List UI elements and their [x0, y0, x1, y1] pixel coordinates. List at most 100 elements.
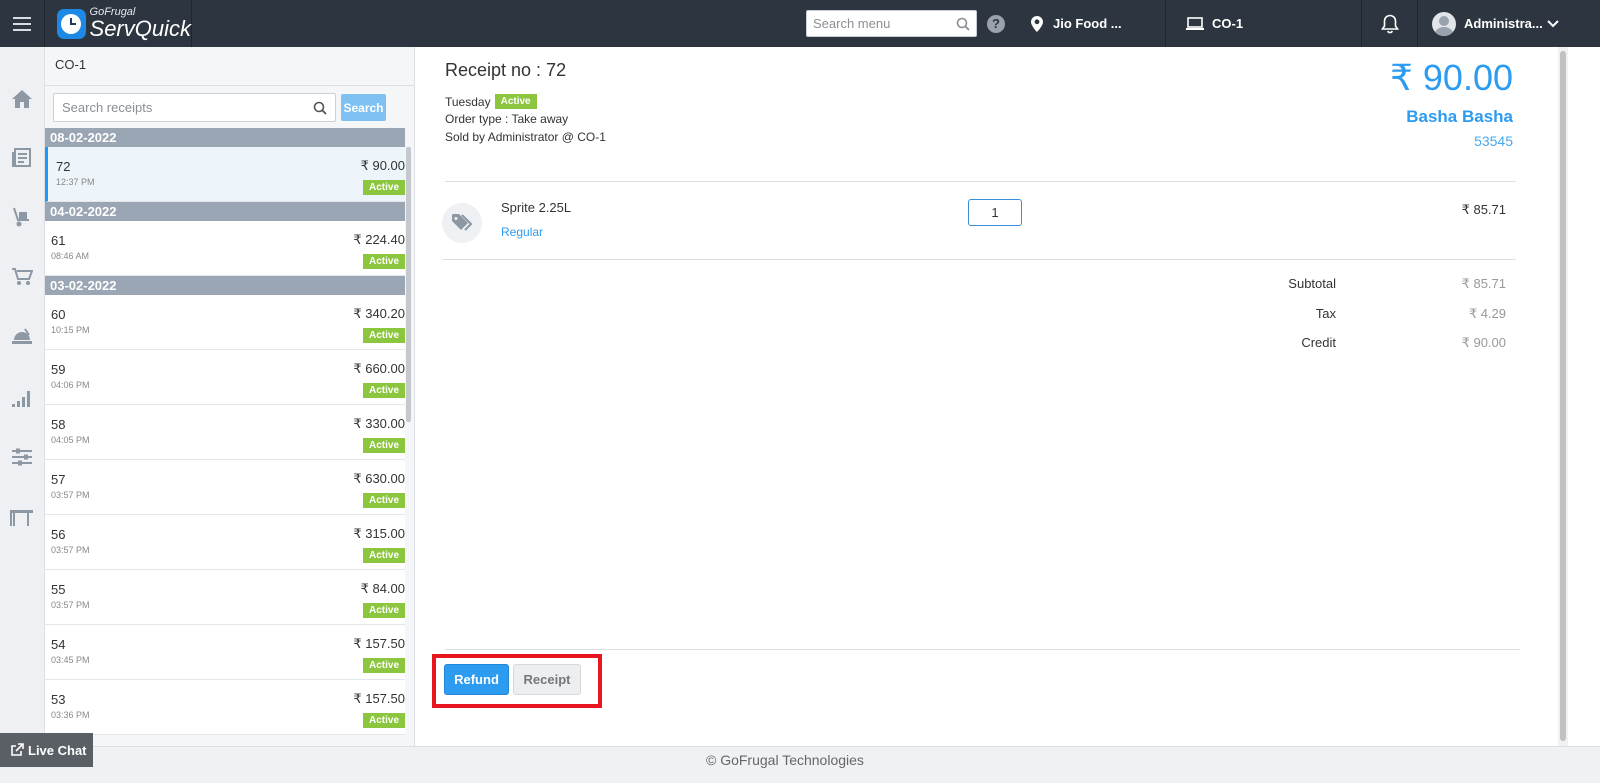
receipt-number: 57: [51, 472, 66, 487]
status-badge: Active: [362, 180, 405, 195]
delivery-icon[interactable]: [10, 205, 34, 229]
receipt-number: 72: [56, 159, 71, 174]
refund-button[interactable]: Refund: [444, 664, 509, 695]
receipt-list-item[interactable]: 61 08:46 AM ₹ 224.40 Active: [45, 221, 405, 276]
receipt-time: 10:15 PM: [51, 325, 90, 335]
receipt-button[interactable]: Receipt: [513, 664, 581, 695]
reports-icon[interactable]: [10, 386, 34, 410]
divider: [445, 181, 1516, 182]
location-pin-icon: [1031, 15, 1043, 32]
receipt-time: 03:45 PM: [51, 655, 90, 665]
subtotal-label: Subtotal: [1288, 276, 1336, 291]
receipt-list: 08-02-2022 72 12:37 PM ₹ 90.00 Active 04-02-2…: [45, 128, 405, 763]
status-badge: Active: [362, 548, 405, 563]
search-icon[interactable]: [313, 101, 327, 115]
chevron-down-icon: [1547, 19, 1559, 27]
receipt-amount: ₹ 157.50: [353, 691, 405, 706]
receipt-number: 53: [51, 692, 66, 707]
receipt-amount: ₹ 84.00: [360, 581, 405, 596]
live-chat-button[interactable]: Live Chat: [0, 733, 93, 767]
divider: [445, 649, 1520, 650]
outlet-selector[interactable]: CO-1: [1166, 0, 1362, 47]
brand-logo[interactable]: GoFrugal ServQuick: [45, 0, 192, 47]
left-nav: [0, 47, 45, 783]
brand-name: ServQuick: [89, 16, 191, 41]
receipt-list-item[interactable]: 53 03:36 PM ₹ 157.50 Active: [45, 680, 405, 735]
receipt-number: 58: [51, 417, 66, 432]
status-badge: Active: [362, 254, 405, 269]
status-badge: Active: [362, 713, 405, 728]
status-badge: Active: [362, 493, 405, 508]
receipt-list-item[interactable]: 72 12:37 PM ₹ 90.00 Active: [45, 147, 405, 202]
help-icon[interactable]: ?: [987, 14, 1005, 33]
tag-icon: [442, 203, 482, 243]
top-bar: GoFrugal ServQuick ? Jio Food ... CO-1 A…: [0, 0, 1600, 47]
receipt-number: 59: [51, 362, 66, 377]
notification-bell-icon[interactable]: [1362, 0, 1418, 47]
customer-id[interactable]: 53545: [1474, 133, 1513, 149]
sold-by: Sold by Administrator @ CO-1: [445, 130, 606, 144]
receipt-day-row: Tuesday Active: [445, 94, 537, 109]
receipt-list-item[interactable]: 60 10:15 PM ₹ 340.20 Active: [45, 295, 405, 350]
live-chat-label: Live Chat: [28, 742, 87, 758]
quantity-field[interactable]: [968, 199, 1022, 226]
date-header: 03-02-2022: [45, 276, 405, 295]
receipt-search-input[interactable]: [62, 100, 313, 115]
status-badge: Active: [362, 658, 405, 673]
receipt-time: 04:06 PM: [51, 380, 90, 390]
kitchen-icon[interactable]: [10, 326, 34, 350]
order-type: Order type : Take away: [445, 112, 569, 126]
footer: © GoFrugal Technologies: [0, 746, 1600, 783]
status-badge: Active: [494, 94, 537, 109]
receipt-amount: ₹ 157.50: [353, 636, 405, 651]
receipt-time: 03:57 PM: [51, 490, 90, 500]
receipt-search-box[interactable]: [53, 93, 336, 122]
receipt-list-item[interactable]: 57 03:57 PM ₹ 630.00 Active: [45, 460, 405, 515]
table-icon[interactable]: [10, 505, 34, 529]
receipt-list-item[interactable]: 58 04:05 PM ₹ 330.00 Active: [45, 405, 405, 460]
receipt-list-item[interactable]: 56 03:57 PM ₹ 315.00 Active: [45, 515, 405, 570]
page-scrollbar[interactable]: [1558, 47, 1568, 746]
receipt-time: 03:57 PM: [51, 600, 90, 610]
tax-label: Tax: [1315, 306, 1336, 321]
settings-sliders-icon[interactable]: [10, 445, 34, 469]
divider: [45, 85, 415, 86]
avatar: [1432, 11, 1456, 36]
receipt-amount: ₹ 340.20: [353, 306, 405, 321]
location-selector[interactable]: Jio Food ...: [1031, 0, 1166, 47]
receipt-amount: ₹ 660.00: [353, 361, 405, 376]
outlet-title: CO-1: [55, 57, 87, 72]
search-menu-box[interactable]: [806, 10, 977, 37]
cart-icon[interactable]: [10, 265, 34, 289]
customer-name[interactable]: Basha Basha: [1406, 107, 1513, 127]
user-name: Administra...: [1464, 16, 1543, 31]
receipt-time: 03:57 PM: [51, 545, 90, 555]
credit-label: Credit: [1301, 335, 1336, 350]
receipt-day: Tuesday: [445, 94, 491, 109]
receipt-time: 08:46 AM: [51, 251, 90, 261]
item-price: ₹ 85.71: [1461, 202, 1506, 217]
user-menu[interactable]: Administra...: [1418, 0, 1600, 47]
receipts-icon[interactable]: [10, 146, 34, 170]
divider: [442, 259, 1516, 260]
search-menu-input[interactable]: [813, 16, 956, 31]
receipt-time: 12:37 PM: [56, 177, 95, 187]
search-button[interactable]: Search: [341, 94, 386, 121]
receipt-list-item[interactable]: 54 03:45 PM ₹ 157.50 Active: [45, 625, 405, 680]
search-icon[interactable]: [956, 17, 970, 31]
receipt-detail: Receipt no : 72 Tuesday Active Order typ…: [416, 47, 1558, 746]
computer-icon: [1186, 16, 1204, 30]
item-variant[interactable]: Regular: [501, 225, 543, 239]
receipt-list-item[interactable]: 59 04:06 PM ₹ 660.00 Active: [45, 350, 405, 405]
menu-icon[interactable]: [0, 0, 45, 47]
receipt-number: 56: [51, 527, 66, 542]
receipt-list-item[interactable]: 55 03:57 PM ₹ 84.00 Active: [45, 570, 405, 625]
receipt-number: 60: [51, 307, 66, 322]
receipt-amount: ₹ 90.00: [360, 158, 405, 173]
status-badge: Active: [362, 383, 405, 398]
location-name: Jio Food ...: [1053, 16, 1122, 31]
servquick-logo-icon: [57, 8, 86, 39]
list-scrollbar[interactable]: [406, 147, 411, 422]
home-icon[interactable]: [10, 87, 34, 111]
receipt-title: Receipt no : 72: [445, 60, 567, 80]
